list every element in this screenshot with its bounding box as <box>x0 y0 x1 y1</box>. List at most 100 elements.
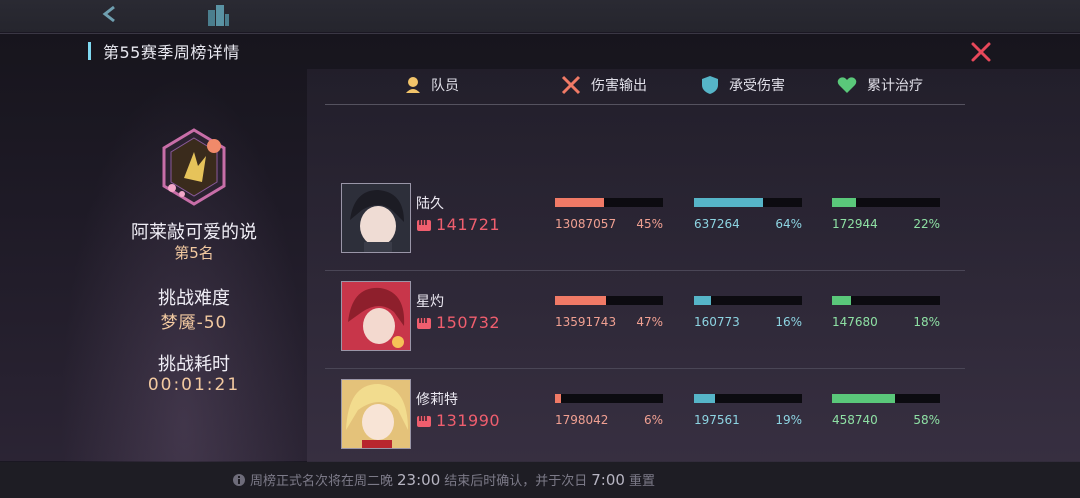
taken-percent: 19% <box>775 413 802 427</box>
header-taken-label: 承受伤害 <box>729 78 785 94</box>
character-avatar[interactable] <box>341 379 411 449</box>
panel-title: 第55赛季周榜详情 <box>88 40 240 62</box>
info-icon <box>233 473 245 486</box>
fist-icon <box>417 219 431 231</box>
city-icon[interactable] <box>205 2 231 28</box>
combat-power-value: 141721 <box>436 215 501 234</box>
heal-bar-fill <box>832 198 856 207</box>
taken-bar-fill <box>694 296 712 305</box>
taken-percent: 16% <box>775 315 802 329</box>
notice-text-mid: 结束后时确认，并于次日 <box>444 474 588 489</box>
character-name: 星灼 <box>416 294 444 310</box>
taken-bar-fill <box>694 394 715 403</box>
taken-stat: 197561 19% <box>694 394 802 427</box>
damage-value: 13087057 <box>555 217 617 231</box>
header-member-label: 队员 <box>431 78 459 94</box>
heal-bar <box>832 296 940 305</box>
heal-percent: 18% <box>913 315 940 329</box>
heal-value: 458740 <box>832 413 878 427</box>
player-name: 阿莱敲可爱的说 <box>131 222 257 243</box>
damage-stat: 13591743 47% <box>555 296 663 329</box>
back-arrow-icon[interactable] <box>100 4 120 24</box>
heart-icon <box>837 77 857 93</box>
team-stats-table: 队员 伤害输出 承受伤害 累计治疗 陆久 141721 13087057 45%… <box>307 69 1080 462</box>
time-value: 00:01:21 <box>147 375 241 395</box>
taken-value: 637264 <box>694 217 740 231</box>
character-portrait-icon <box>342 184 410 252</box>
taken-bar-fill <box>694 198 764 207</box>
crossed-swords-icon <box>561 75 581 95</box>
damage-percent: 6% <box>643 413 663 427</box>
damage-percent: 47% <box>636 315 663 329</box>
time-label: 挑战耗时 <box>158 354 230 375</box>
heal-bar <box>832 198 940 207</box>
damage-percent: 45% <box>636 217 663 231</box>
damage-bar <box>555 296 663 305</box>
panel-title-text: 第55赛季周榜详情 <box>103 43 240 62</box>
heal-bar-fill <box>832 394 895 403</box>
player-rank: 第5名 <box>174 244 214 262</box>
damage-bar-fill <box>555 296 606 305</box>
character-portrait-icon <box>342 282 410 350</box>
heal-stat: 172944 22% <box>832 198 940 231</box>
combat-power: 131990 <box>416 411 500 430</box>
taken-value: 160773 <box>694 315 740 329</box>
table-row[interactable]: 陆久 141721 13087057 45% 637264 64% 172944 22… <box>325 173 965 271</box>
player-summary: 阿莱敲可爱的说 第5名 挑战难度 梦魇-50 挑战耗时 00:01:21 <box>60 74 308 464</box>
table-row[interactable]: 星灼 150732 13591743 47% 160773 16% 147680 18… <box>325 271 965 369</box>
combat-power: 150732 <box>416 313 500 332</box>
heal-value: 147680 <box>832 315 878 329</box>
header-damage-label: 伤害输出 <box>591 78 647 94</box>
heal-value: 172944 <box>832 217 878 231</box>
heal-stat: 147680 18% <box>832 296 940 329</box>
header-member: 队员 <box>405 75 459 95</box>
header-damage: 伤害输出 <box>561 75 647 95</box>
member-icon <box>406 77 420 93</box>
character-avatar[interactable] <box>341 183 411 253</box>
combat-power-value: 150732 <box>436 313 501 332</box>
shield-icon <box>702 76 718 94</box>
damage-bar-fill <box>555 198 604 207</box>
top-bar <box>0 0 1080 32</box>
taken-bar <box>694 394 802 403</box>
taken-stat: 160773 16% <box>694 296 802 329</box>
taken-percent: 64% <box>775 217 802 231</box>
table-header: 队员 伤害输出 承受伤害 累计治疗 <box>325 69 965 105</box>
fist-icon <box>417 317 431 329</box>
notice-time-1: 23:00 <box>397 470 441 489</box>
season-medal-icon <box>162 128 226 206</box>
character-portrait-icon <box>342 380 410 448</box>
combat-power: 141721 <box>416 215 500 234</box>
character-name: 修莉特 <box>416 392 458 408</box>
heal-stat: 458740 58% <box>832 394 940 427</box>
damage-stat: 13087057 45% <box>555 198 663 231</box>
heal-percent: 22% <box>913 217 940 231</box>
taken-bar <box>694 296 802 305</box>
header-heal-label: 累计治疗 <box>867 78 923 94</box>
damage-bar <box>555 198 663 207</box>
close-icon[interactable] <box>970 41 992 63</box>
damage-bar-fill <box>555 394 562 403</box>
damage-value: 13591743 <box>555 315 617 329</box>
difficulty-value: 梦魇-50 <box>160 313 228 333</box>
heal-bar-fill <box>832 296 852 305</box>
combat-power-value: 131990 <box>436 411 501 430</box>
header-taken: 承受伤害 <box>701 75 785 95</box>
character-avatar[interactable] <box>341 281 411 351</box>
title-accent <box>88 42 91 60</box>
heal-percent: 58% <box>913 413 940 427</box>
header-heal: 累计治疗 <box>837 75 923 95</box>
weekly-ranking-panel: 第55赛季周榜详情 阿莱敲可爱的说 第5名 挑战难度 梦魇-50 挑战耗时 00… <box>0 33 1080 464</box>
fist-icon <box>417 415 431 427</box>
damage-stat: 1798042 6% <box>555 394 663 427</box>
taken-value: 197561 <box>694 413 740 427</box>
footer-notice-bar: 周榜正式名次将在周二晚 23:00 结束后时确认，并于次日 7:00 重置 <box>0 462 1080 498</box>
character-name: 陆久 <box>416 196 444 212</box>
taken-stat: 637264 64% <box>694 198 802 231</box>
reset-notice: 周榜正式名次将在周二晚 23:00 结束后时确认，并于次日 7:00 重置 <box>232 470 655 489</box>
table-row[interactable]: 修莉特 131990 1798042 6% 197561 19% 458740 58% <box>325 369 965 467</box>
difficulty-label: 挑战难度 <box>158 288 230 309</box>
damage-bar <box>555 394 663 403</box>
damage-value: 1798042 <box>555 413 609 427</box>
taken-bar <box>694 198 802 207</box>
